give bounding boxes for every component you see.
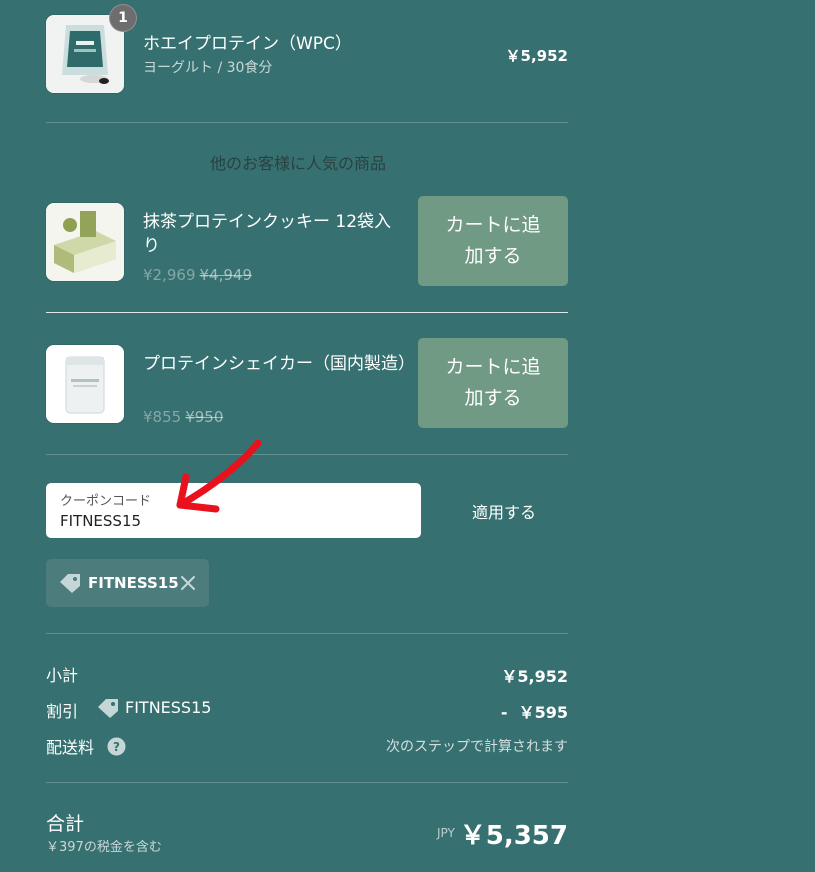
tax-note: ￥397の税金を含む [46, 840, 162, 855]
shipping-label: 配送料 [46, 738, 95, 757]
discount-code: FITNESS15 [125, 698, 212, 717]
subtotal-label: 小計 [46, 666, 79, 685]
cart-item-title: ホエイプロテイン（WPC） [143, 34, 352, 54]
original-price: ¥950 [185, 408, 224, 426]
cart-item-variant: ヨーグルト / 30食分 [143, 60, 273, 76]
currency-code: JPY [437, 826, 455, 840]
divider [46, 454, 568, 455]
original-price: ¥4,949 [199, 266, 253, 284]
total-label: 合計 [46, 813, 85, 835]
recommendations-heading: 他のお客様に人気の商品 [210, 154, 387, 173]
rec-item-title: 抹茶プロテインクッキー 12袋入り [143, 212, 392, 256]
cookie-box-image [46, 203, 124, 281]
cart-item-price: ￥5,952 [505, 47, 568, 65]
applied-coupon-code: FITNESS15 [88, 574, 179, 592]
sale-price: ¥2,969 [143, 266, 196, 284]
help-icon[interactable]: ? [107, 737, 126, 756]
divider [46, 633, 568, 634]
product-image-cookie [46, 203, 124, 281]
divider [46, 122, 568, 123]
shipping-value: 次のステップで計算されます [386, 739, 568, 755]
svg-text:?: ? [113, 740, 120, 754]
discount-label: 割引 [46, 702, 79, 721]
discount-value: - ￥595 [500, 703, 568, 722]
subtotal-value: ￥5,952 [501, 667, 568, 686]
product-image-shaker [46, 345, 124, 423]
rec-item-prices: ¥2,969 ¥4,949 [143, 265, 252, 284]
add-to-cart-button[interactable]: カートに追加する [418, 338, 568, 428]
tag-icon [98, 699, 118, 718]
shaker-image [46, 345, 124, 423]
total-value: ￥5,357 [459, 821, 568, 851]
close-icon[interactable] [180, 575, 196, 591]
divider [46, 312, 568, 313]
quantity-badge: 1 [109, 4, 137, 32]
applied-coupon-chip: FITNESS15 [46, 559, 209, 607]
sale-price: ¥855 [143, 408, 182, 426]
apply-coupon-button[interactable]: 適用する [440, 483, 568, 538]
tag-icon [60, 574, 80, 593]
add-to-cart-button[interactable]: カートに追加する [418, 196, 568, 286]
divider [46, 782, 568, 783]
arrow-icon [176, 439, 262, 513]
coupon-field-label: クーポンコード [60, 494, 152, 509]
rec-item-prices: ¥855 ¥950 [143, 407, 223, 426]
rec-item-title: プロテインシェイカー（国内製造） [143, 354, 415, 374]
